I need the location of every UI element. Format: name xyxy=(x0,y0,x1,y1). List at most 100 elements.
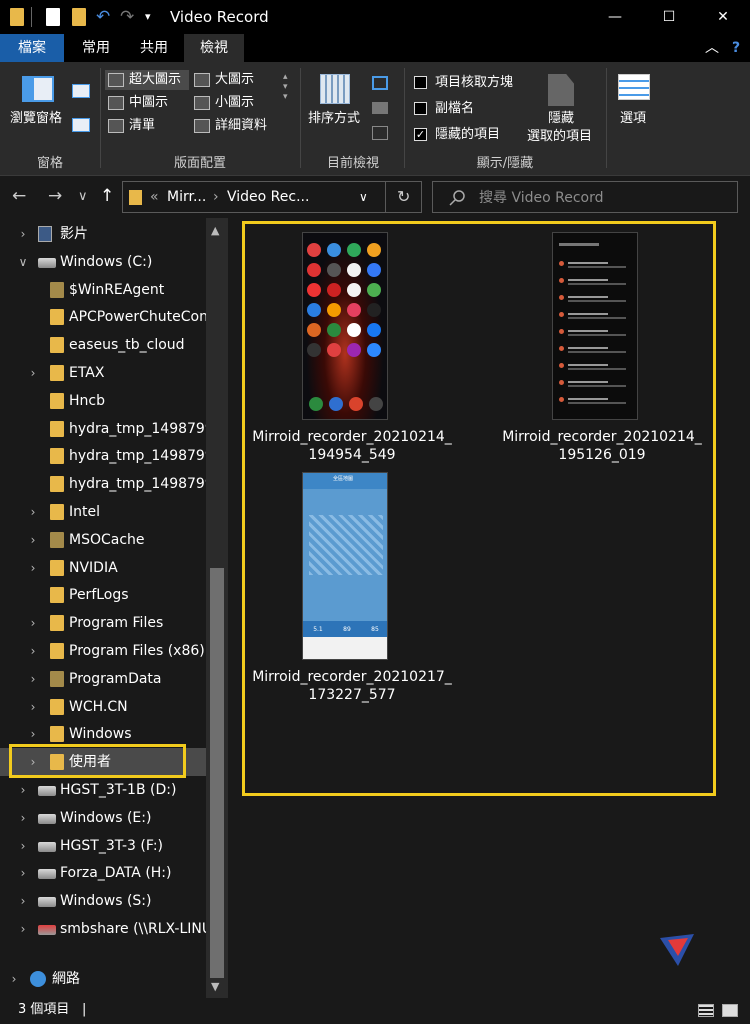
large-icons-view-button[interactable] xyxy=(722,1004,738,1017)
nav-item-item[interactable]: › 影片 xyxy=(0,220,206,248)
nav-item-hydra-tmp-14987998[interactable]: hydra_tmp_14987998 xyxy=(0,442,206,470)
close-button[interactable]: ✕ xyxy=(696,0,750,34)
breadcrumb-segment[interactable]: Mirr... xyxy=(167,189,206,205)
tab-home[interactable]: 常用 xyxy=(70,34,122,62)
new-folder-icon[interactable] xyxy=(72,8,86,26)
hide-selected-icon[interactable] xyxy=(548,74,574,106)
nav-item-program-files-x86[interactable]: › Program Files (x86) xyxy=(0,637,206,665)
properties-icon[interactable] xyxy=(46,8,60,26)
group-by-icon[interactable] xyxy=(372,76,388,90)
scroll-up-arrow[interactable]: ▲ xyxy=(211,224,219,237)
tab-share[interactable]: 共用 xyxy=(128,34,180,62)
search-input[interactable] xyxy=(479,188,729,208)
collapsed-chevron-icon[interactable]: › xyxy=(8,965,20,993)
collapsed-chevron-icon[interactable]: › xyxy=(27,554,39,582)
search-box[interactable] xyxy=(432,181,738,213)
expanded-chevron-icon[interactable]: ∨ xyxy=(17,248,29,276)
nav-pane-button[interactable]: 瀏覽窗格 xyxy=(10,110,62,128)
nav-pane-icon[interactable] xyxy=(22,76,54,102)
back-button[interactable]: ← xyxy=(12,186,26,206)
preview-pane-icon[interactable] xyxy=(72,84,90,98)
hidden-items-toggle[interactable]: ✓ 隱藏的項目 xyxy=(414,126,534,146)
layout-large-icons[interactable]: 大圖示 xyxy=(191,70,281,90)
hide-selected-button-line2[interactable]: 選取的項目 xyxy=(527,128,592,146)
details-view-button[interactable] xyxy=(698,1004,714,1017)
customize-quick-access-icon[interactable]: ▾ xyxy=(145,8,151,26)
layout-extra-large-icons[interactable]: 超大圖示 xyxy=(105,70,189,90)
nav-item-wch-cn[interactable]: › WCH.CN xyxy=(0,693,206,721)
layout-small-icons[interactable]: 小圖示 xyxy=(191,93,281,113)
collapsed-chevron-icon[interactable]: › xyxy=(17,220,29,248)
checkbox[interactable] xyxy=(414,76,427,89)
nav-item-program-files[interactable]: › Program Files xyxy=(0,609,206,637)
details-pane-icon[interactable] xyxy=(72,118,90,132)
nav-item-programdata[interactable]: › ProgramData xyxy=(0,665,206,693)
nav-item-hncb[interactable]: Hncb xyxy=(0,387,206,415)
nav-item-msocache[interactable]: › MSOCache xyxy=(0,526,206,554)
up-button[interactable]: ↑ xyxy=(100,186,114,206)
collapsed-chevron-icon[interactable]: › xyxy=(17,859,29,887)
nav-item-smbshare-rlx-linu[interactable]: › smbshare (\\RLX-LINU xyxy=(0,915,206,943)
options-button[interactable]: 選項 xyxy=(620,110,646,128)
nav-item-windows-s[interactable]: › Windows (S:) xyxy=(0,887,206,915)
hide-selected-button[interactable]: 隱藏 xyxy=(548,110,574,128)
address-overflow[interactable]: « xyxy=(150,189,159,205)
collapsed-chevron-icon[interactable]: › xyxy=(17,887,29,915)
sort-by-icon[interactable] xyxy=(320,74,350,104)
nav-item-etax[interactable]: › ETAX xyxy=(0,359,206,387)
nav-item-hgst-3t-1b-d[interactable]: › HGST_3T-1B (D:) xyxy=(0,776,206,804)
address-dropdown[interactable]: ∨ xyxy=(359,190,368,204)
nav-item-windows-e[interactable]: › Windows (E:) xyxy=(0,804,206,832)
forward-button[interactable]: → xyxy=(48,186,62,206)
file-item[interactable]: Mirroid_recorder_20210214_194954_549 xyxy=(252,232,452,472)
nav-item-easeus-tb-cloud[interactable]: easeus_tb_cloud xyxy=(0,331,206,359)
options-icon[interactable] xyxy=(618,74,650,100)
collapsed-chevron-icon[interactable]: › xyxy=(27,637,39,665)
layout-medium-icons[interactable]: 中圖示 xyxy=(105,93,189,113)
tab-file[interactable]: 檔案 xyxy=(0,34,64,62)
nav-item-apcpowerchuteconf[interactable]: APCPowerChuteConf xyxy=(0,303,206,331)
nav-item-windows-c[interactable]: ∨ Windows (C:) xyxy=(0,248,206,276)
undo-icon[interactable]: ↶ xyxy=(96,8,110,26)
tab-view[interactable]: 檢視 xyxy=(184,34,244,62)
layout-list[interactable]: 清單 xyxy=(105,116,189,136)
size-columns-icon[interactable] xyxy=(372,126,388,140)
checkbox-checked[interactable]: ✓ xyxy=(414,128,427,141)
nav-item-hgst-3t-3-f[interactable]: › HGST_3T-3 (F:) xyxy=(0,832,206,860)
checkbox[interactable] xyxy=(414,102,427,115)
collapsed-chevron-icon[interactable]: › xyxy=(27,359,39,387)
nav-scrollbar[interactable]: ▲ ▼ xyxy=(206,218,228,998)
nav-item-hydra-tmp-14987998[interactable]: hydra_tmp_14987998 xyxy=(0,415,206,443)
nav-item-nvidia[interactable]: › NVIDIA xyxy=(0,554,206,582)
collapsed-chevron-icon[interactable]: › xyxy=(27,498,39,526)
add-columns-icon[interactable] xyxy=(372,102,388,114)
nav-item-item[interactable]: › 網路 xyxy=(0,965,206,993)
collapsed-chevron-icon[interactable]: › xyxy=(27,693,39,721)
recent-locations-button[interactable]: ∨ xyxy=(78,189,88,204)
ribbon-collapse-icon[interactable]: ︿ xyxy=(700,34,724,62)
nav-item-forza-data-h[interactable]: › Forza_DATA (H:) xyxy=(0,859,206,887)
collapsed-chevron-icon[interactable]: › xyxy=(27,665,39,693)
nav-scrollbar-thumb[interactable] xyxy=(210,568,224,978)
collapsed-chevron-icon[interactable]: › xyxy=(27,526,39,554)
nav-item-winreagent[interactable]: $WinREAgent xyxy=(0,276,206,304)
collapsed-chevron-icon[interactable]: › xyxy=(17,832,29,860)
redo-icon[interactable]: ↷ xyxy=(120,8,134,26)
nav-item-hydra-tmp-14987998[interactable]: hydra_tmp_14987998 xyxy=(0,470,206,498)
refresh-button[interactable]: ↻ xyxy=(397,187,410,206)
collapsed-chevron-icon[interactable]: › xyxy=(17,915,29,943)
nav-item-intel[interactable]: › Intel xyxy=(0,498,206,526)
layout-scroll-down-icon[interactable]: ▴ ▾ ▾ xyxy=(283,72,288,102)
sort-by-button[interactable]: 排序方式 xyxy=(308,110,360,128)
collapsed-chevron-icon[interactable]: › xyxy=(17,776,29,804)
file-item[interactable]: 全區地圖 5.1 89 85 Mirroid_recorder_20210217… xyxy=(252,472,452,712)
help-icon[interactable]: ? xyxy=(726,34,746,62)
scroll-down-arrow[interactable]: ▼ xyxy=(211,980,219,993)
collapsed-chevron-icon[interactable]: › xyxy=(17,804,29,832)
file-item[interactable]: Mirroid_recorder_20210214_195126_019 xyxy=(502,232,702,472)
item-checkboxes-toggle[interactable]: 項目核取方塊 xyxy=(414,74,534,94)
file-extensions-toggle[interactable]: 副檔名 xyxy=(414,100,534,120)
address-bar[interactable]: « Mirr... › Video Rec... ∨ ↻ xyxy=(122,181,422,213)
breadcrumb-separator[interactable]: › xyxy=(213,189,219,205)
nav-item-perflogs[interactable]: PerfLogs xyxy=(0,581,206,609)
